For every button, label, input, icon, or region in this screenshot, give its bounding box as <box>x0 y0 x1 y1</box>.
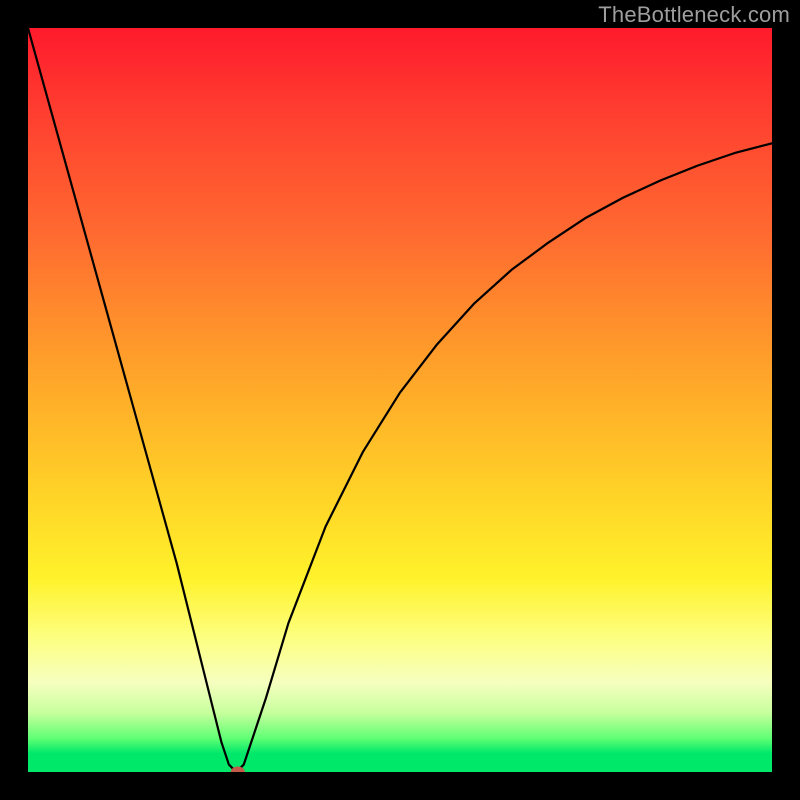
watermark-text: TheBottleneck.com <box>598 2 790 28</box>
plot-area <box>28 28 772 772</box>
chart-stage: TheBottleneck.com <box>0 0 800 800</box>
bottleneck-curve <box>28 28 772 772</box>
curve-svg <box>28 28 772 772</box>
